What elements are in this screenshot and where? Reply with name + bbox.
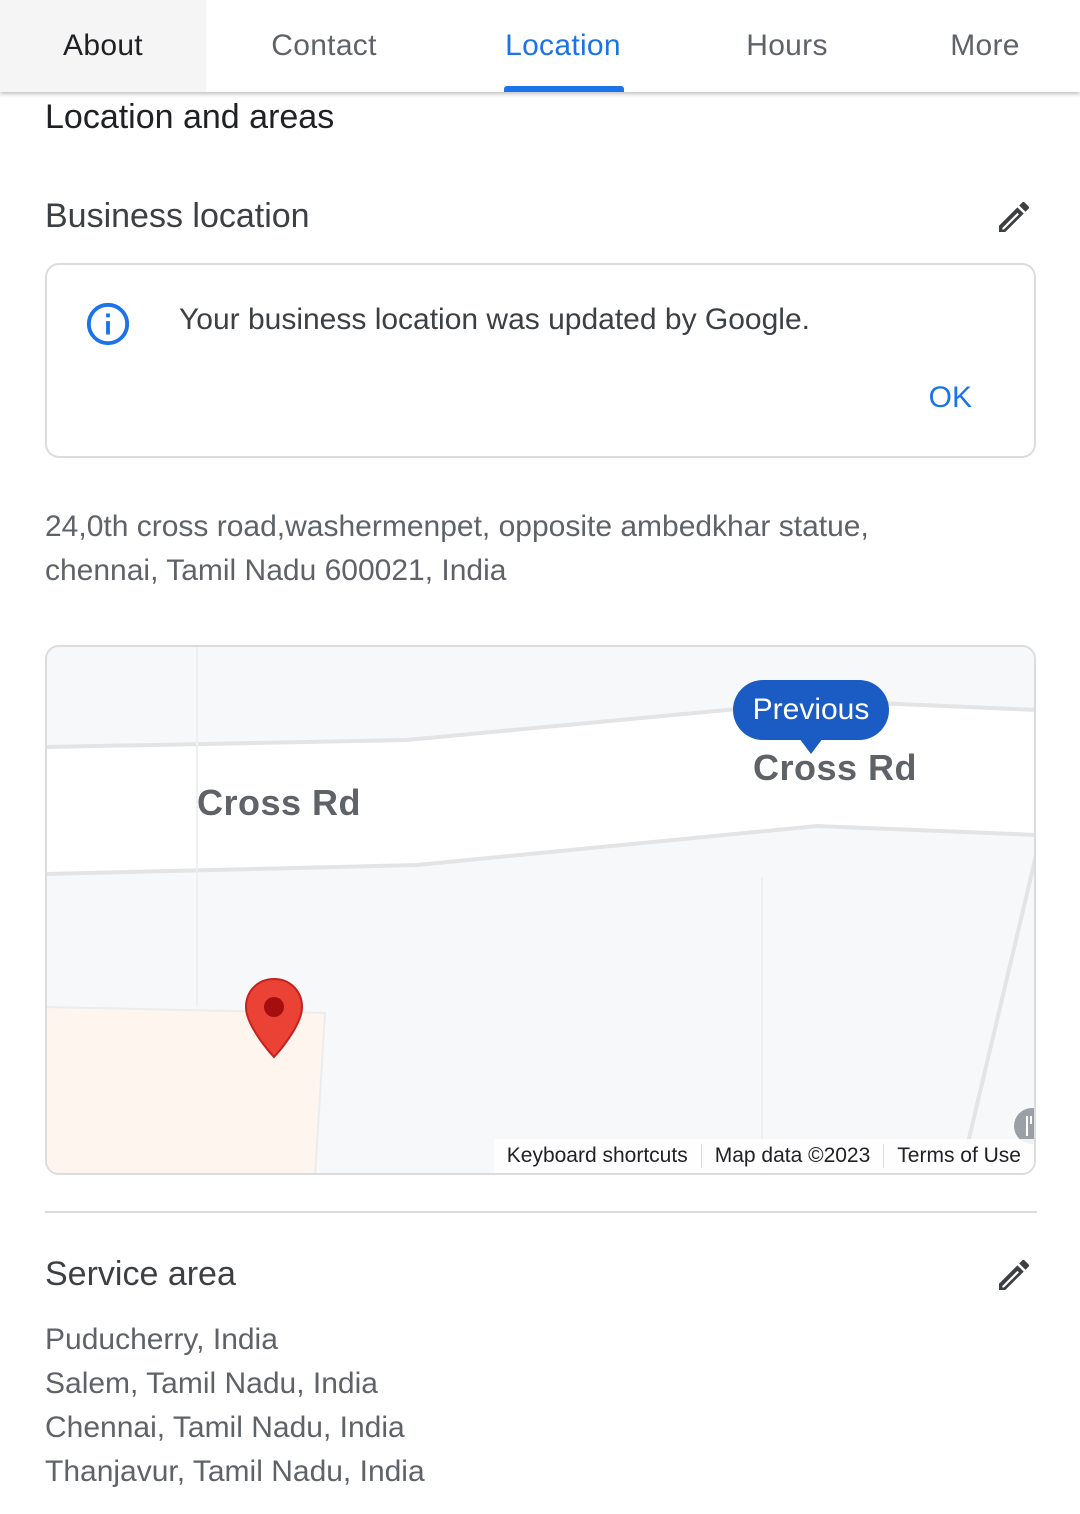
edit-service-area-button[interactable]	[990, 1251, 1038, 1299]
address-line-1: 24,0th cross road,washermenpet, opposite…	[45, 510, 869, 543]
list-item: Puducherry, India	[45, 1323, 278, 1356]
map-pin-icon	[244, 977, 304, 1059]
road-label-left: Cross Rd	[197, 782, 362, 823]
service-area-list: Puducherry, India Salem, Tamil Nadu, Ind…	[45, 1318, 425, 1494]
tab-more[interactable]: More	[890, 0, 1080, 92]
list-item: Chennai, Tamil Nadu, India	[45, 1411, 405, 1444]
pencil-icon	[999, 201, 1030, 232]
map-background	[47, 647, 1034, 1173]
location-map[interactable]: Cross Rd Cross Rd Previous Keyboard shor…	[45, 645, 1036, 1175]
business-location-title: Business location	[45, 197, 310, 235]
section-divider	[45, 1211, 1037, 1213]
location-update-notice: Your business location was updated by Go…	[45, 263, 1036, 458]
map-data-text: Map data ©2023	[714, 1144, 871, 1167]
tab-location[interactable]: Location	[442, 0, 684, 92]
info-icon	[86, 302, 130, 346]
address-line-2: chennai, Tamil Nadu 600021, India	[45, 554, 507, 587]
road-label-right: Cross Rd	[753, 747, 918, 788]
tab-bar: About Contact Location Hours More	[0, 0, 1080, 92]
terms-of-use-link[interactable]: Terms of Use	[884, 1144, 1034, 1168]
active-tab-indicator	[504, 86, 624, 92]
service-area-title: Service area	[45, 1255, 236, 1293]
map-attribution: Keyboard shortcuts Map data ©2023 Terms …	[493, 1139, 1034, 1173]
business-address: 24,0th cross road,washermenpet, opposite…	[45, 505, 1035, 593]
edit-business-location-button[interactable]	[990, 193, 1038, 241]
tab-contact[interactable]: Contact	[206, 0, 442, 92]
previous-location-bubble-tail	[799, 738, 823, 754]
tab-hours[interactable]: Hours	[684, 0, 890, 92]
list-item: Salem, Tamil Nadu, India	[45, 1367, 378, 1400]
notice-ok-button[interactable]: OK	[929, 381, 972, 415]
tab-about[interactable]: About	[0, 0, 206, 92]
list-item: Thanjavur, Tamil Nadu, India	[45, 1455, 425, 1488]
notice-text: Your business location was updated by Go…	[179, 303, 810, 336]
pencil-icon	[999, 1259, 1030, 1290]
keyboard-shortcuts-link[interactable]: Keyboard shortcuts	[494, 1144, 701, 1168]
previous-location-bubble[interactable]: Previous	[733, 680, 889, 740]
section-title: Location and areas	[45, 98, 335, 136]
